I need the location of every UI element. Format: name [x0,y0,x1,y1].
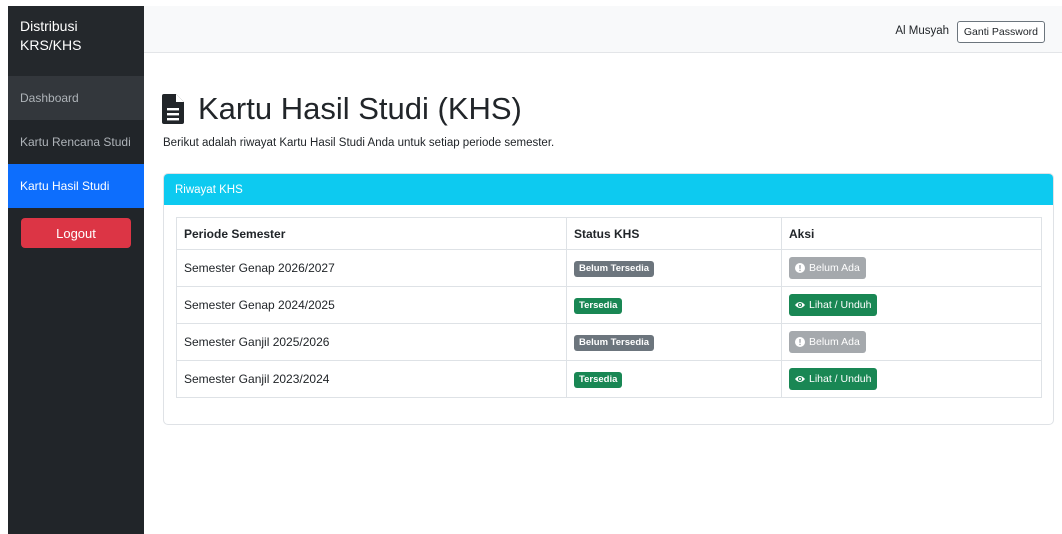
button-label: Lihat / Unduh [809,373,872,385]
sidebar: Distribusi KRS/KHS Dashboard Kartu Renca… [8,6,144,534]
status-badge: Tersedia [574,371,623,388]
file-text-icon [162,94,184,124]
table-row: Semester Genap 2026/2027 Belum Tersedia … [176,249,1042,287]
exclamation-circle-icon [795,263,805,273]
action-cell: Lihat / Unduh [781,286,1042,324]
status-cell: Tersedia [566,286,782,324]
button-label: Belum Ada [809,336,860,348]
table-row: Semester Ganjil 2023/2024 Tersedia Lihat… [176,360,1042,398]
sidebar-item-khs[interactable]: Kartu Hasil Studi [8,164,144,208]
status-cell: Belum Tersedia [566,249,782,287]
sidebar-item-krs[interactable]: Kartu Rencana Studi [8,120,144,164]
eye-icon [795,376,805,382]
period-cell: Semester Genap 2026/2027 [176,249,567,287]
table-header-row: Periode Semester Status KHS Aksi [176,217,1042,250]
khs-history-card: Riwayat KHS Periode Semester Status KHS … [163,173,1054,425]
period-cell: Semester Ganjil 2023/2024 [176,360,567,398]
change-password-button[interactable]: Ganti Password [956,21,1045,43]
action-cell: Belum Ada [781,323,1042,361]
action-cell: Lihat / Unduh [781,360,1042,398]
status-badge: Tersedia [574,297,623,314]
not-available-button: Belum Ada [789,331,866,353]
card-header: Riwayat KHS [164,174,1053,205]
page-subtitle: Berikut adalah riwayat Kartu Hasil Studi… [163,137,555,149]
brand-line-1: Distribusi [20,18,78,34]
action-cell: Belum Ada [781,249,1042,287]
page-title: Kartu Hasil Studi (KHS) [162,89,522,129]
status-cell: Tersedia [566,360,782,398]
logout-button[interactable]: Logout [21,218,131,248]
page-heading: Kartu Hasil Studi (KHS) [198,91,522,126]
khs-table: Periode Semester Status KHS Aksi Semeste… [176,217,1042,398]
period-cell: Semester Ganjil 2025/2026 [176,323,567,361]
header-status: Status KHS [566,217,782,250]
sidebar-item-dashboard[interactable]: Dashboard [8,76,144,120]
header-action: Aksi [781,217,1042,250]
table-row: Semester Genap 2024/2025 Tersedia Lihat … [176,286,1042,324]
view-download-button[interactable]: Lihat / Unduh [789,368,878,390]
status-badge: Belum Tersedia [574,260,655,277]
top-navbar: Al Musyah Ganti Password [144,6,1062,53]
header-period: Periode Semester [176,217,567,250]
button-label: Belum Ada [809,262,860,274]
eye-icon [795,302,805,308]
period-cell: Semester Genap 2024/2025 [176,286,567,324]
table-row: Semester Ganjil 2025/2026 Belum Tersedia… [176,323,1042,361]
view-download-button[interactable]: Lihat / Unduh [789,294,878,316]
not-available-button: Belum Ada [789,257,866,279]
exclamation-circle-icon [795,337,805,347]
status-cell: Belum Tersedia [566,323,782,361]
brand: Distribusi KRS/KHS [8,6,144,76]
status-badge: Belum Tersedia [574,334,655,351]
brand-line-2: KRS/KHS [20,37,82,53]
button-label: Lihat / Unduh [809,299,872,311]
user-name: Al Musyah [895,25,949,37]
